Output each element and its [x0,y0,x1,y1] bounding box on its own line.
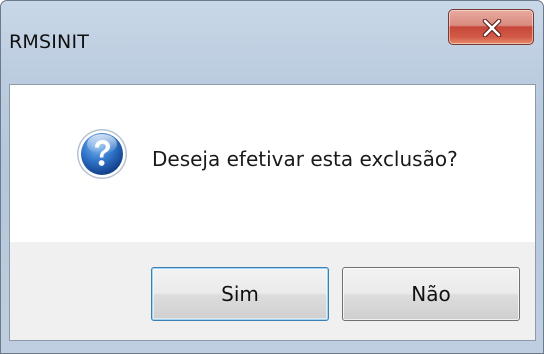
message-area: Deseja efetivar esta exclusão? [10,85,535,242]
window-title: RMSINIT [9,31,90,53]
dialog-window: RMSINIT Deseja efetivar esta exclusão? S… [0,0,544,354]
question-icon [77,129,127,179]
yes-button[interactable]: Sim [151,267,329,321]
dialog-body: Deseja efetivar esta exclusão? Sim Não [9,84,536,341]
confirmation-message: Deseja efetivar esta exclusão? [152,147,458,171]
title-bar[interactable]: RMSINIT [1,1,543,73]
close-icon [482,19,502,37]
no-button[interactable]: Não [342,267,520,321]
close-button[interactable] [448,9,534,45]
